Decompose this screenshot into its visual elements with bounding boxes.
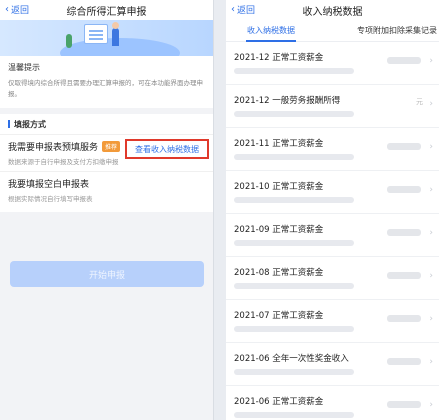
tab-bar: 收入纳税数据 专项附加扣除采集记录 <box>226 20 439 42</box>
filing-method-header: 填报方式 <box>0 114 213 134</box>
redacted-amount <box>387 272 421 279</box>
redacted-payer <box>234 240 354 246</box>
back-button[interactable]: ‹ 返回 <box>5 3 29 16</box>
list-item[interactable]: 2021-12 正常工资薪金 › <box>226 42 439 85</box>
chevron-left-icon: ‹ <box>231 3 235 15</box>
tab-deduction-records[interactable]: 专项附加扣除采集记录 <box>316 20 439 42</box>
page-title: 综合所得汇算申报 <box>66 6 147 18</box>
recommend-badge: 推荐 <box>102 141 121 152</box>
chevron-left-icon: ‹ <box>5 3 9 15</box>
blank-form-option-title: 我要填报空白申报表 <box>8 180 90 190</box>
redacted-payer <box>234 154 354 160</box>
redacted-amount <box>387 358 421 365</box>
board-icon <box>84 24 108 44</box>
income-record-list: 2021-12 正常工资薪金 › 2021-12 一般劳务报酬所得 元 › 20… <box>226 42 439 420</box>
redacted-amount <box>387 315 421 322</box>
redacted-amount <box>387 186 421 193</box>
filing-method-panel: 填报方式 我需要申报表预填服务 推荐 数据来源于自行申报及支付方扣缴申报 我要填… <box>0 114 213 212</box>
prefill-option-title: 我需要申报表预填服务 <box>8 143 99 153</box>
declaration-screen: ‹ 返回 综合所得汇算申报 温馨提示 仅取得境内综合所得且需要办理汇算申报的，可… <box>0 0 214 420</box>
chevron-right-icon: › <box>429 314 433 324</box>
income-data-screen: ‹ 返回 收入纳税数据 收入纳税数据 专项附加扣除采集记录 2021-12 正常… <box>226 0 439 420</box>
redacted-amount <box>387 401 421 408</box>
redacted-payer <box>234 68 354 74</box>
chevron-right-icon: › <box>429 357 433 367</box>
redacted-payer <box>234 412 354 418</box>
list-item[interactable]: 2021-11 正常工资薪金 › <box>226 128 439 171</box>
chevron-right-icon: › <box>429 99 433 109</box>
chevron-right-icon: › <box>429 228 433 238</box>
redacted-payer <box>234 197 354 203</box>
redacted-amount <box>387 143 421 150</box>
section-marker <box>8 120 10 128</box>
blank-form-option-desc: 根据实际情况自行填写申报表 <box>8 195 93 203</box>
chevron-right-icon: › <box>429 185 433 195</box>
list-item[interactable]: 2021-08 正常工资薪金 › <box>226 257 439 300</box>
start-declaration-button[interactable]: 开始申报 <box>10 261 204 287</box>
chevron-right-icon: › <box>429 142 433 152</box>
banner-illustration <box>0 20 213 56</box>
redacted-payer <box>234 111 354 117</box>
redacted-payer <box>234 369 354 375</box>
redacted-payer <box>234 326 354 332</box>
back-label-right: 返回 <box>237 6 256 16</box>
amount-unit: 元 <box>416 98 423 106</box>
notice-text: 仅取得境内综合所得且需要办理汇算申报的，可在本功能界面办理申报。 <box>8 79 203 98</box>
filing-method-title: 填报方式 <box>14 119 46 129</box>
chevron-right-icon: › <box>429 271 433 281</box>
list-item[interactable]: 2021-06 正常工资薪金 › <box>226 386 439 420</box>
plant-icon <box>66 34 72 48</box>
list-item[interactable]: 2021-07 正常工资薪金 › <box>226 300 439 343</box>
back-button-right[interactable]: ‹ 返回 <box>231 3 255 16</box>
view-income-tax-data-link[interactable]: 查看收入纳税数据 <box>125 139 209 159</box>
blank-form-option[interactable]: 我要填报空白申报表 根据实际情况自行填写申报表 <box>0 171 213 208</box>
notice-panel: 温馨提示 仅取得境内综合所得且需要办理汇算申报的，可在本功能界面办理申报。 <box>0 56 213 108</box>
person-icon <box>112 22 119 46</box>
nav-bar-right: ‹ 返回 收入纳税数据 <box>226 0 439 20</box>
nav-bar: ‹ 返回 综合所得汇算申报 <box>0 0 213 20</box>
redacted-payer <box>234 283 354 289</box>
chevron-right-icon: › <box>429 400 433 410</box>
hill-shape <box>60 38 180 56</box>
list-item[interactable]: 2021-06 全年一次性奖金收入 › <box>226 343 439 386</box>
screenshot-stage: ‹ 返回 综合所得汇算申报 温馨提示 仅取得境内综合所得且需要办理汇算申报的，可… <box>0 0 439 420</box>
page-title-right: 收入纳税数据 <box>302 6 363 18</box>
chevron-right-icon: › <box>429 56 433 66</box>
list-item[interactable]: 2021-12 一般劳务报酬所得 元 › <box>226 85 439 128</box>
redacted-amount <box>387 229 421 236</box>
tab-income-tax-data[interactable]: 收入纳税数据 <box>226 20 316 42</box>
list-item[interactable]: 2021-10 正常工资薪金 › <box>226 171 439 214</box>
list-item[interactable]: 2021-09 正常工资薪金 › <box>226 214 439 257</box>
notice-title: 温馨提示 <box>8 63 40 72</box>
back-label: 返回 <box>11 6 30 16</box>
redacted-amount <box>387 57 421 64</box>
